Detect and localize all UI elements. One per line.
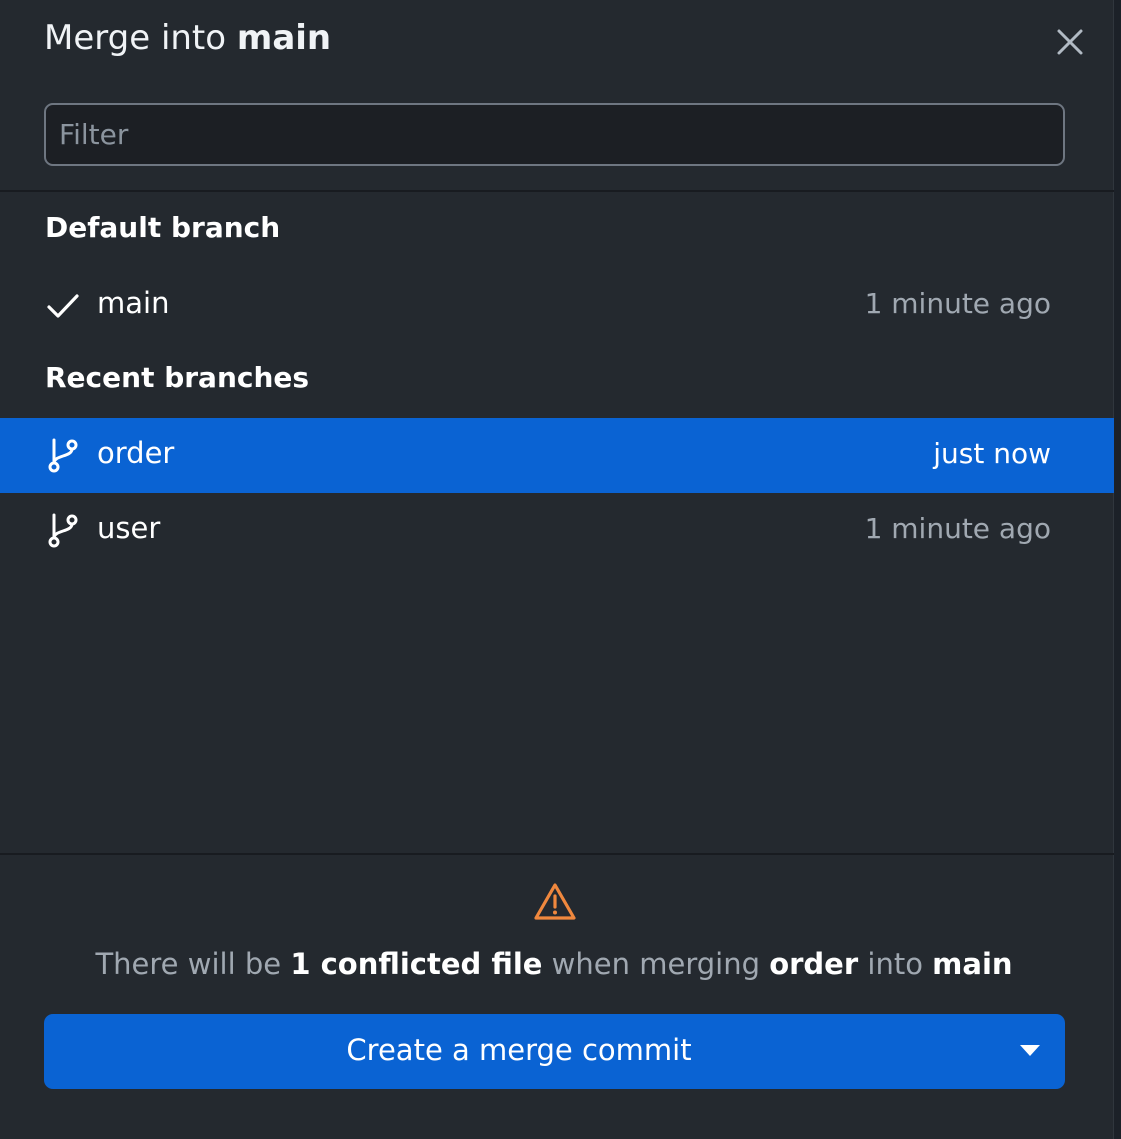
message-part2: when merging	[542, 947, 770, 981]
close-icon[interactable]	[1052, 24, 1088, 60]
warning-icon	[533, 882, 577, 922]
merge-dialog: Merge into main Default branch main 1 mi…	[0, 0, 1114, 1139]
source-branch: order	[769, 947, 859, 981]
title-branch: main	[236, 18, 332, 58]
branch-name: order	[97, 436, 175, 470]
branch-icon	[44, 512, 82, 550]
title-prefix: Merge into	[44, 18, 237, 58]
message-part3: into	[858, 947, 933, 981]
caret-down-icon[interactable]	[1020, 1045, 1040, 1056]
branch-item-main[interactable]: main 1 minute ago	[0, 268, 1114, 343]
conflict-message: There will be 1 conflicted file when mer…	[0, 947, 1108, 981]
branch-item-order[interactable]: order just now	[0, 418, 1114, 493]
dialog-title: Merge into main	[44, 18, 331, 58]
dialog-footer: There will be 1 conflicted file when mer…	[0, 853, 1114, 1139]
filter-input[interactable]	[44, 103, 1065, 166]
branch-time: just now	[933, 437, 1051, 470]
merge-button-label: Create a merge commit	[346, 1033, 692, 1067]
target-branch: main	[932, 947, 1013, 981]
dialog-header: Merge into main	[0, 0, 1114, 192]
branch-icon	[44, 437, 82, 475]
branch-item-user[interactable]: user 1 minute ago	[0, 493, 1114, 568]
background-window-edge	[1114, 0, 1121, 1139]
default-branch-heading: Default branch	[45, 211, 281, 244]
conflict-count: 1 conflicted file	[290, 947, 543, 981]
branch-time: 1 minute ago	[864, 287, 1051, 320]
recent-branches-heading: Recent branches	[45, 361, 310, 394]
create-merge-commit-button[interactable]: Create a merge commit	[44, 1014, 1065, 1089]
branch-name: user	[97, 511, 161, 545]
message-part1: There will be	[95, 947, 291, 981]
branch-name: main	[97, 286, 170, 320]
branch-time: 1 minute ago	[864, 512, 1051, 545]
check-icon	[44, 287, 82, 325]
